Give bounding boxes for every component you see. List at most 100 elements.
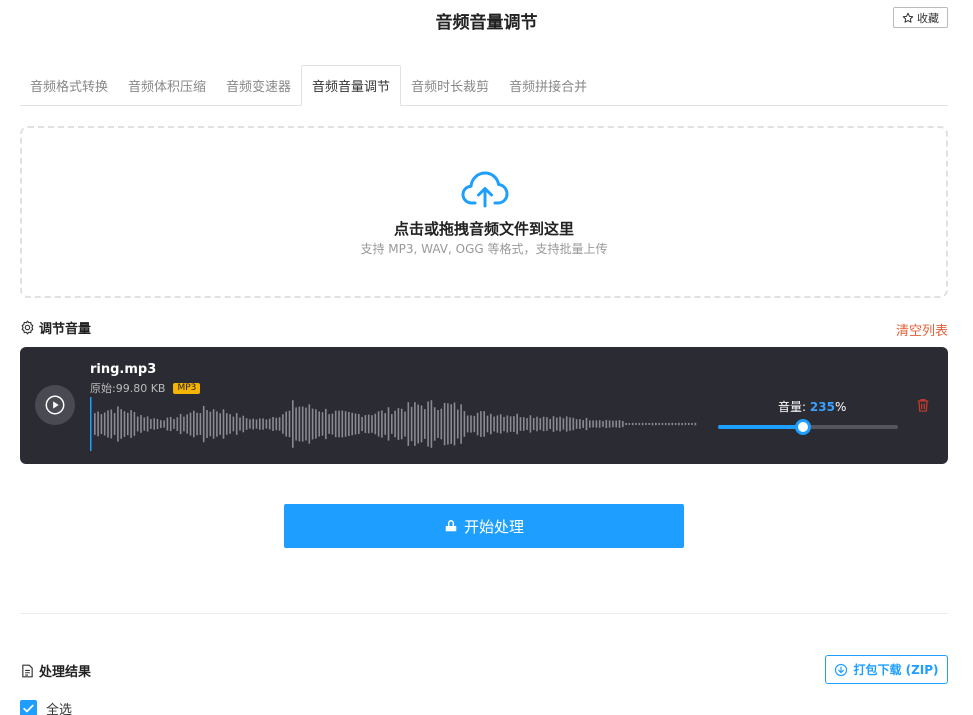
- waveform-bar: [473, 415, 476, 433]
- waveform-bar: [572, 417, 575, 431]
- start-processing-button[interactable]: 开始处理: [284, 504, 684, 548]
- clear-list-link[interactable]: 清空列表: [896, 320, 948, 339]
- waveform-bar: [536, 416, 538, 432]
- waveform-bar: [245, 418, 248, 430]
- download-zip-label: 打包下载 (ZIP): [853, 663, 939, 677]
- waveform-bar: [496, 415, 499, 433]
- waveform-bar: [427, 401, 429, 447]
- waveform-bar: [595, 420, 598, 428]
- waveform-bar: [443, 402, 446, 446]
- waveform-bar: [311, 408, 314, 440]
- waveform-bar: [598, 420, 601, 428]
- volume-slider[interactable]: [718, 419, 898, 435]
- tool-tabs: 音频格式转换 音频体积压缩 音频变速器 音频音量调节 音频时长裁剪 音频拼接合并: [20, 65, 948, 106]
- waveform-bar: [450, 404, 452, 444]
- waveform-bar: [509, 416, 512, 432]
- waveform-bar: [315, 409, 317, 439]
- waveform-bar: [381, 410, 383, 438]
- waveform-bar: [447, 403, 449, 445]
- waveform-bar: [117, 406, 119, 442]
- waveform-bar: [173, 419, 175, 429]
- favorite-button[interactable]: 收藏: [893, 7, 948, 28]
- upload-dropzone[interactable]: 点击或拖拽音频文件到这里 支持 MP3, WAV, OGG 等格式，支持批量上传: [20, 126, 948, 298]
- favorite-label: 收藏: [917, 11, 939, 25]
- waveform-bar: [532, 418, 535, 430]
- format-badge: MP3: [173, 382, 201, 394]
- start-processing-label: 开始处理: [463, 517, 524, 536]
- tab-trim[interactable]: 音频时长裁剪: [401, 65, 499, 105]
- waveform-bar: [120, 409, 122, 439]
- waveform-bar: [226, 413, 228, 435]
- select-all[interactable]: 全选: [20, 699, 72, 715]
- waveform-bar: [143, 417, 146, 431]
- waveform-bar: [384, 413, 386, 435]
- waveform-bar: [565, 416, 568, 432]
- cloud-upload-icon: [461, 171, 509, 208]
- waveform-bar: [612, 420, 614, 428]
- waveform-bar: [219, 413, 221, 435]
- tab-merge[interactable]: 音频拼接合并: [499, 65, 597, 105]
- waveform-bar: [377, 411, 380, 437]
- waveform-bar: [397, 408, 400, 440]
- waveform-bar: [585, 417, 588, 431]
- tab-volume[interactable]: 音频音量调节: [301, 65, 402, 106]
- waveform-bar: [486, 415, 489, 433]
- checkmark-icon: [23, 704, 34, 713]
- waveform-bar: [160, 420, 162, 428]
- waveform-bar: [400, 408, 403, 440]
- waveform-bar: [374, 413, 377, 435]
- waveform-bar: [513, 416, 515, 432]
- waveform-bar: [275, 417, 278, 431]
- waveform-bar: [97, 411, 99, 437]
- download-icon: [835, 663, 848, 676]
- tab-compress[interactable]: 音频体积压缩: [118, 65, 216, 105]
- waveform-bar: [133, 412, 136, 436]
- waveform-bar: [140, 415, 142, 433]
- tab-format-convert[interactable]: 音频格式转换: [20, 65, 118, 105]
- waveform-bar: [282, 414, 284, 434]
- waveform-bar: [602, 421, 604, 427]
- waveform-bar: [387, 407, 390, 441]
- waveform-bar: [262, 418, 264, 430]
- waveform-bar: [671, 422, 674, 426]
- waveform-bar: [206, 410, 208, 438]
- waveform-bar: [519, 417, 522, 431]
- waveform-bar: [674, 423, 677, 425]
- waveform-bar: [404, 411, 406, 437]
- waveform-bar: [635, 422, 637, 425]
- waveform[interactable]: [90, 397, 700, 451]
- waveform-bar: [618, 420, 621, 428]
- select-all-label: 全选: [46, 703, 73, 715]
- waveform-bar: [153, 418, 155, 430]
- waveform-bar: [615, 420, 617, 428]
- waveform-bar: [186, 414, 188, 434]
- tab-speed[interactable]: 音频变速器: [216, 65, 301, 105]
- waveform-bar: [183, 416, 185, 432]
- waveform-bar: [249, 419, 251, 429]
- waveform-bar: [552, 416, 555, 432]
- waveform-bar: [325, 408, 327, 440]
- waveform-bar: [420, 405, 423, 443]
- waveform-bar: [242, 415, 245, 433]
- download-zip-button[interactable]: 打包下载 (ZIP): [825, 655, 948, 684]
- select-all-checkbox[interactable]: [20, 700, 37, 715]
- waveform-bar: [579, 419, 581, 429]
- waveform-bar: [301, 406, 304, 442]
- waveform-bar: [410, 406, 413, 442]
- waveform-bar: [334, 410, 337, 438]
- waveform-bar: [470, 415, 472, 433]
- play-button[interactable]: [35, 385, 75, 425]
- waveform-bar: [523, 417, 525, 431]
- waveform-bar: [176, 417, 179, 431]
- waveform-bar: [268, 418, 271, 430]
- waveform-bar: [658, 423, 660, 425]
- waveform-bar: [529, 415, 532, 433]
- waveform-bar: [193, 410, 195, 438]
- volume-slider-handle[interactable]: [794, 419, 811, 435]
- waveform-bar: [364, 415, 367, 433]
- trash-icon[interactable]: [915, 397, 931, 413]
- waveform-bar: [232, 416, 235, 432]
- waveform-bar: [146, 416, 149, 432]
- waveform-bar: [668, 422, 670, 426]
- document-icon: [22, 664, 33, 677]
